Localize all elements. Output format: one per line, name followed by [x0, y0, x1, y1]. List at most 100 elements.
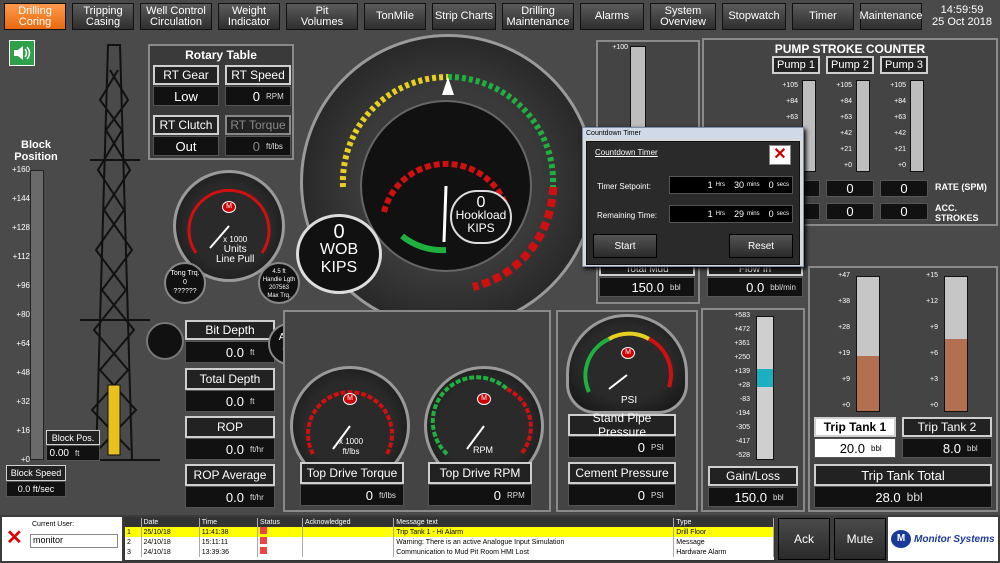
- monitor-logo-icon: M: [891, 530, 911, 548]
- user-field[interactable]: monitor: [30, 534, 118, 548]
- close-button[interactable]: ✕: [769, 145, 791, 165]
- gauge-logo-icon: M: [343, 393, 357, 405]
- alarm-col-1[interactable]: Date: [141, 518, 200, 527]
- alarm-table: Date Time Status Acknowledged Message text Ty…: [124, 517, 775, 561]
- nav-weight-indicator[interactable]: Weight Indicator: [218, 3, 280, 30]
- remaining-field: 1 Hrs 29 mins 0 secs: [669, 205, 793, 223]
- rop-avg-value: 0.0 ft/hr: [185, 486, 275, 508]
- status-icon: [260, 537, 268, 544]
- nav-stopwatch[interactable]: Stopwatch: [722, 3, 786, 30]
- gauge-logo-icon: M: [222, 201, 236, 213]
- tong-torque: Tong Trq. 0??????: [164, 262, 206, 304]
- pump-2-scale: +105 +84 +63 +42 +21 +0: [836, 82, 852, 169]
- rt-torque-value: 0 ft/lbs: [225, 136, 291, 156]
- bit-gauge-knob: [146, 322, 184, 360]
- alarm-col-0[interactable]: [125, 518, 142, 527]
- gainloss-level: [757, 369, 773, 387]
- nav-drilling-maintenance[interactable]: Drilling Maintenance: [502, 3, 574, 30]
- table-row[interactable]: 3 24/10/18 13:39:36 Communication to Mud Pi…: [125, 547, 774, 557]
- cement-label: Cement Pressure: [568, 462, 676, 484]
- nav-drilling-coring[interactable]: Drilling Coring: [4, 3, 66, 30]
- nav-tripping-casing[interactable]: Tripping Casing: [72, 3, 134, 30]
- gainloss-value: 150.0 bbl: [708, 487, 798, 507]
- table-row[interactable]: 1 25/10/18 11:41:38 Trip Tank 1 - Hi Alarm D…: [125, 527, 774, 537]
- flow-in-value: 0.0 bbl/min: [707, 277, 803, 297]
- trip1-scale: +47 +38 +28 +19 +9 +0: [838, 272, 850, 409]
- pump-title: PUMP STROKE COUNTER: [774, 42, 926, 56]
- dialog-titlebar: Countdown Timer: [583, 128, 803, 139]
- gainloss-scale: +583 +472 +361 +250 +139 +28 -83 -194 -305 -417 -5…: [734, 312, 750, 459]
- psi-gauge: M PSI: [566, 314, 688, 414]
- gauge-logo-icon: M: [621, 347, 635, 359]
- trip2-tube: [944, 276, 968, 412]
- rt-gear-value: Low: [153, 86, 219, 106]
- mute-button[interactable]: Mute: [834, 518, 886, 560]
- block-pos-label: Block Pos.: [46, 430, 100, 445]
- trip2-value: 8.0 bbl: [902, 438, 992, 458]
- hookload-readout: 0 Hookload KIPS: [450, 190, 512, 244]
- alarm-col-6[interactable]: Type: [673, 518, 774, 527]
- nav-maintenance[interactable]: Maintenance: [860, 3, 923, 30]
- user-panel: ✕ Current User: monitor: [2, 517, 122, 561]
- wob-readout: 0 WOB KIPS: [296, 214, 382, 294]
- nav-pit-volumes[interactable]: Pit Volumes: [286, 3, 358, 30]
- block-position-title: Block Position: [14, 139, 58, 163]
- pump-3-label: Pump 3: [880, 56, 928, 74]
- cement-value: 0 PSI: [568, 484, 676, 506]
- speaker-button[interactable]: [9, 40, 35, 66]
- td-torque-value: 0 ft/lbs: [300, 484, 404, 506]
- bit-depth-label: Bit Depth: [185, 320, 275, 340]
- start-button[interactable]: Start: [593, 234, 657, 258]
- status-icon: [260, 527, 268, 534]
- rotary-title: Rotary Table: [185, 48, 257, 62]
- rt-speed-value: 0 RPM: [225, 86, 291, 106]
- alarm-col-4[interactable]: Acknowledged: [302, 518, 395, 527]
- rt-clutch-value: Out: [153, 136, 219, 156]
- hookload-gauge: 0 Hookload KIPS: [360, 100, 532, 272]
- alarm-col-3[interactable]: Status: [257, 518, 303, 527]
- total-depth-value: 0.0 ft: [185, 390, 275, 412]
- rate-label: RATE (SPM): [935, 182, 987, 192]
- trip2-scale: +15 +12 +9 +6 +3 +0: [926, 272, 938, 409]
- td-torque-label: Top Drive Torque: [300, 462, 404, 484]
- alarm-col-2[interactable]: Time: [199, 518, 259, 527]
- standpipe-label: Stand Pipe Pressure: [568, 411, 676, 439]
- acc-strokes-label: ACC. STROKES: [935, 203, 979, 223]
- total-depth-label: Total Depth: [185, 368, 275, 390]
- block-scale: +160 +144 +128 +112 +96 +80 +64 +48 +32 +16 +0: [11, 165, 30, 464]
- setpoint-label: Timer Setpoint:: [597, 182, 651, 191]
- pump-3-rate: 0: [880, 180, 928, 197]
- pump-2-tube: [856, 80, 870, 172]
- reset-button[interactable]: Reset: [729, 234, 793, 258]
- handle-length: 4.5 ft Handle Lgth 207563 Max Trq.: [258, 262, 300, 304]
- status-icon: [260, 547, 268, 554]
- nav-timer[interactable]: Timer: [792, 3, 854, 30]
- pump-2-label: Pump 2: [826, 56, 874, 74]
- trip2-level: [945, 339, 967, 411]
- pit-scale: +100: [612, 44, 628, 51]
- rt-gear-label: RT Gear: [153, 65, 219, 85]
- rop-value: 0.0 ft/hr: [185, 438, 275, 460]
- gainloss-label: Gain/Loss: [708, 466, 798, 486]
- standpipe-value: 0 PSI: [568, 436, 676, 458]
- gainloss-tube: [756, 316, 774, 460]
- nav-strip-charts[interactable]: Strip Charts: [432, 3, 496, 30]
- datetime: 14:59:59 25 Oct 2018: [932, 4, 992, 28]
- trip-total-value: 28.0 bbl: [814, 486, 992, 508]
- pump-3-tube: [910, 80, 924, 172]
- alarm-col-5[interactable]: Message text: [393, 518, 675, 527]
- block-pos-value: 0.00 ft: [46, 445, 100, 461]
- trip1-tube: [856, 276, 880, 412]
- nav-tonmile[interactable]: TonMile: [364, 3, 426, 30]
- user-icon: ✕: [6, 527, 23, 549]
- derrick: [70, 44, 160, 461]
- setpoint-field[interactable]: 1 Hrs 30 mins 0 secs: [669, 176, 793, 194]
- table-row[interactable]: 2 24/10/18 15:11:11 Warning: There is an ac…: [125, 537, 774, 547]
- total-mud-value: 150.0 bbl: [599, 277, 695, 297]
- nav-system-overview[interactable]: System Overview: [650, 3, 716, 30]
- nav-alarms[interactable]: Alarms: [580, 3, 644, 30]
- nav-well-control-circulation[interactable]: Well Control Circulation: [140, 3, 212, 30]
- rop-label: ROP: [185, 416, 275, 438]
- ack-button[interactable]: Ack: [778, 518, 830, 560]
- pump-1-tube: [802, 80, 816, 172]
